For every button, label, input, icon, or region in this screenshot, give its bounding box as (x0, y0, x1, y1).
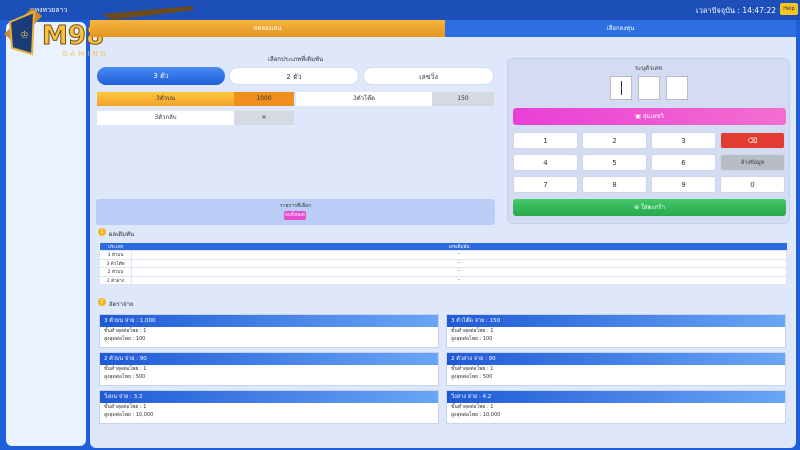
key-3[interactable]: 3 (651, 132, 716, 149)
bet-3tod-label[interactable]: 3ตัวโต๊ด (296, 92, 432, 106)
payout-max: สูงสุดต่อโพย : 100 (451, 336, 493, 342)
key-6[interactable]: 6 (651, 154, 716, 171)
selected-list-box: รายการที่เลือก ลบทั้งหมด (96, 199, 495, 225)
payout-min: ขั้นต่ำสุดต่อโพย : 1 (451, 366, 494, 372)
backspace-icon: ⌫ (747, 137, 758, 145)
payout-min: ขั้นต่ำสุดต่อโพย : 1 (104, 366, 147, 372)
digit-input-3[interactable] (666, 76, 688, 100)
delete-button[interactable]: ⌫ (720, 132, 785, 149)
key-0[interactable]: 0 (720, 176, 785, 193)
close-icon[interactable]: ✕ (234, 111, 294, 125)
clear-button[interactable]: ล้างข้อมูล (720, 154, 785, 171)
table-row: 3 ตัวโต๊ด – (99, 258, 787, 268)
payout-title: 2 ตัวล่าง จ่าย : 90 (447, 353, 785, 365)
bet-3top-label[interactable]: 3ตัวบน (97, 92, 234, 106)
payout-card: 3 ตัวบน จ่าย : 1,000 ขั้นต่ำสุดต่อโพย : … (99, 314, 439, 348)
selected-list-label: รายการที่เลือก (279, 203, 312, 209)
current-time: เวลาปัจจุบัน : 14:47:22 (696, 6, 776, 15)
submit-label: ใส่ตะกร้า (641, 204, 665, 211)
numpad-heading: ระบุตัวเลข (634, 65, 663, 72)
key-2[interactable]: 2 (582, 132, 647, 149)
cursor (621, 81, 622, 95)
payout-min: ขั้นต่ำสุดต่อโพย : 1 (104, 328, 147, 334)
payout-card: 3 ตัวโต๊ด จ่าย : 150 ขั้นต่ำสุดต่อโพย : … (446, 314, 786, 348)
section-badge-1: 1 (98, 228, 106, 236)
clear-all-button[interactable]: ลบทั้งหมด (284, 211, 306, 220)
bet-type-heading: เลือกประเภทที่เดิมพัน (267, 56, 324, 63)
payout-max: สูงสุดต่อโพย : 500 (451, 374, 493, 380)
lion-icon: ♔ (20, 30, 29, 41)
payouts-heading: อัตราจ่าย (109, 301, 134, 308)
payout-max: สูงสุดต่อโพย : 100 (104, 336, 146, 342)
table-row: 3 ตัวบน – (99, 250, 787, 260)
results-table: ประเภท เลขเดิมพัน 3 ตัวบน – 3 ตัวโต๊ด – 2 … (99, 243, 787, 285)
payout-max: สูงสุดต่อโพย : 10,000 (104, 412, 154, 418)
col-type: ประเภท (99, 243, 132, 251)
payout-card: 2 ตัวบน จ่าย : 90 ขั้นต่ำสุดต่อโพย : 1 ส… (99, 352, 439, 386)
payout-min: ขั้นต่ำสุดต่อโพย : 1 (451, 404, 494, 410)
key-5[interactable]: 5 (582, 154, 647, 171)
bet-type-2digit[interactable]: 2 ตัว (229, 67, 359, 85)
random-label: สุ่มเลขวิ (642, 113, 664, 120)
table-row: 2 ตัวบน – (99, 267, 787, 277)
help-button[interactable]: Help (780, 3, 798, 15)
payout-title: 3 ตัวบน จ่าย : 1,000 (100, 315, 438, 327)
digit-input-1[interactable] (610, 76, 632, 100)
payout-title: 3 ตัวโต๊ด จ่าย : 150 (447, 315, 785, 327)
key-1[interactable]: 1 (513, 132, 578, 149)
key-9[interactable]: 9 (651, 176, 716, 193)
sidebar (6, 22, 86, 446)
dice-icon: ▣ (635, 113, 643, 120)
cart-icon: ⊕ (634, 204, 641, 211)
col-numbers: เลขเดิมพัน (131, 243, 787, 251)
table-row: 2 ตัวล่าง – (99, 275, 787, 285)
add-to-cart-button[interactable]: ⊕ ใส่ตะกร้า (513, 199, 786, 216)
payout-max: สูงสุดต่อโพย : 500 (104, 374, 146, 380)
payout-card: 2 ตัวล่าง จ่าย : 90 ขั้นต่ำสุดต่อโพย : 1… (446, 352, 786, 386)
key-7[interactable]: 7 (513, 176, 578, 193)
tab-trial[interactable]: ทดลองเล่น (90, 20, 445, 37)
payout-title: 2 ตัวบน จ่าย : 90 (100, 353, 438, 365)
key-4[interactable]: 4 (513, 154, 578, 171)
payout-min: ขั้นต่ำสุดต่อโพย : 1 (451, 328, 494, 334)
results-heading: ผลเดิมพัน (109, 231, 135, 238)
key-8[interactable]: 8 (582, 176, 647, 193)
payout-title: วิ่งบน จ่าย : 3.2 (100, 391, 438, 403)
digit-input-2[interactable] (638, 76, 660, 100)
section-badge-2: 2 (98, 298, 106, 306)
bet-3tod-value: 150 (432, 92, 494, 106)
random-number-button[interactable]: ▣ สุ่มเลขวิ (513, 108, 786, 125)
bet-type-running[interactable]: เลขวิ่ง (363, 67, 494, 85)
bet-3top-value: 1000 (234, 92, 294, 106)
payout-min: ขั้นต่ำสุดต่อโพย : 1 (104, 404, 147, 410)
bet-3reverse-label[interactable]: 3ตัวกลับ (97, 111, 234, 125)
tab-bar: ทดลองเล่น เลือกลงทุน (90, 20, 796, 37)
payout-max: สูงสุดต่อโพย : 10,000 (451, 412, 501, 418)
payout-card: วิ่งล่าง จ่าย : 4.2 ขั้นต่ำสุดต่อโพย : 1… (446, 390, 786, 424)
payout-title: วิ่งล่าง จ่าย : 4.2 (447, 391, 785, 403)
payout-card: วิ่งบน จ่าย : 3.2 ขั้นต่ำสุดต่อโพย : 1 ส… (99, 390, 439, 424)
tab-select[interactable]: เลือกลงทุน (445, 20, 796, 37)
bet-type-3digit[interactable]: 3 ตัว (97, 67, 225, 85)
